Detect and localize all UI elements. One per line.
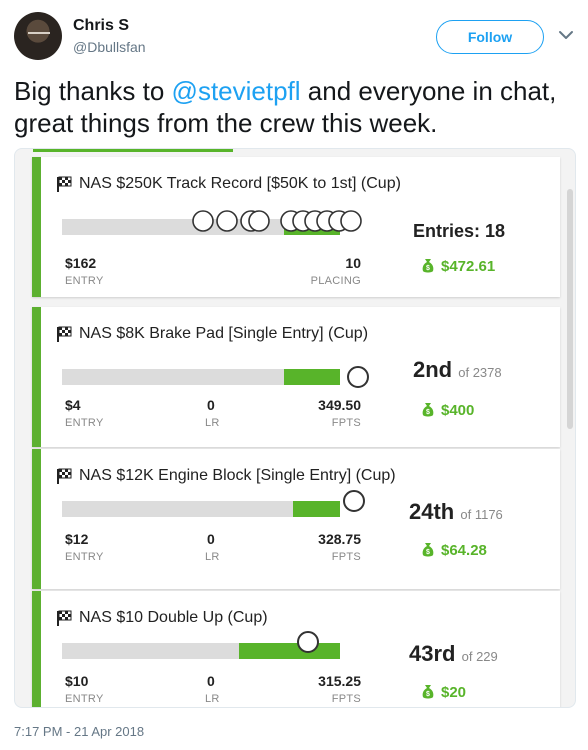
contest-title[interactable]: NAS $8K Brake Pad [Single Entry] (Cup) [79,325,368,343]
fpts-label: FPTS [331,693,361,705]
progress-fill [293,501,340,517]
prize-amount: $64.28 [441,542,487,559]
chevron-down-icon[interactable] [556,25,576,45]
rank-value: 2nd [413,357,453,382]
money-bag-icon: $ [422,543,434,557]
tweet-media-image[interactable]: NAS $250K Track Record [$50K to 1st] (Cu… [14,148,576,708]
progress-knob [297,631,319,653]
contest-card[interactable]: NAS $12K Engine Block [Single Entry] (Cu… [32,449,560,589]
entry-label: ENTRY [65,417,104,429]
contest-title[interactable]: NAS $12K Engine Block [Single Entry] (Cu… [79,467,396,485]
progress-knob [347,366,369,388]
lr-label: LR [205,417,220,429]
entry-label: ENTRY [65,693,104,705]
tweet-timestamp[interactable]: 7:17 PM - 21 Apr 2018 [14,724,144,739]
rank: 2nd of 2378 [413,357,502,383]
fpts-value: 328.75 [318,531,361,547]
placing-value: 10 [345,255,361,271]
entries-count: Entries: 18 [413,221,506,241]
checkered-flag-icon [57,610,72,626]
fpts-label: FPTS [331,417,361,429]
lr-label: LR [205,551,220,563]
rank: 24th of 1176 [409,499,503,525]
money-bag-icon: $ [422,403,434,417]
entry-value: $12 [65,531,89,547]
prize-amount: $400 [441,402,475,419]
mention-link[interactable]: @stevietpfl [172,76,301,106]
entry-label: ENTRY [65,275,104,287]
rank-of: of 2378 [458,365,502,380]
avatar-glasses [28,32,50,38]
avatar[interactable] [14,12,62,60]
lineup-circles [192,210,362,232]
entry-value: $4 [65,397,81,413]
placing-label: PLACING [310,275,361,287]
prize: $ $400 [421,401,474,419]
entry-value: $162 [65,255,97,271]
checkered-flag-icon [57,468,72,484]
contest-title[interactable]: NAS $250K Track Record [$50K to 1st] (Cu… [79,175,401,193]
contest-card[interactable]: NAS $250K Track Record [$50K to 1st] (Cu… [32,157,560,297]
progress-fill [239,643,340,659]
fpts-value: 349.50 [318,397,361,413]
rank-of: of 1176 [460,507,503,522]
rank-of: of 229 [461,649,498,664]
follow-button[interactable]: Follow [436,20,544,54]
progress-fill [284,369,340,385]
prize: $ $472.61 [421,257,495,275]
rank-value: 24th [409,499,455,524]
prize: $ $20 [421,683,466,701]
progress-knob [343,490,365,512]
tweet-text-before: Big thanks to [14,76,172,106]
money-bag-icon: $ [422,685,434,699]
lr-value: 0 [207,531,215,547]
contest-title[interactable]: NAS $10 Double Up (Cup) [79,609,268,627]
prize-amount: $472.61 [441,258,496,275]
checkered-flag-icon [57,326,72,342]
user-name[interactable]: Chris S [73,17,129,35]
fpts-value: 315.25 [318,673,361,689]
entry-label: ENTRY [65,551,104,563]
lr-value: 0 [207,673,215,689]
money-bag-icon: $ [422,259,434,273]
prize-amount: $20 [441,684,467,701]
checkered-flag-icon [57,176,72,192]
fpts-label: FPTS [331,551,361,563]
rank-value: 43rd [409,641,456,666]
lr-label: LR [205,693,220,705]
contest-card[interactable]: NAS $8K Brake Pad [Single Entry] (Cup) $… [32,307,560,447]
svg-text:$: $ [426,691,430,698]
entry-value: $10 [65,673,89,689]
media-scrollbar [567,189,573,429]
lr-value: 0 [207,397,215,413]
prize: $ $64.28 [421,541,487,559]
rank: 43rd of 229 [409,641,498,667]
media-top-bar [33,149,233,152]
svg-text:$: $ [426,549,430,556]
svg-text:$: $ [426,265,430,272]
contest-card[interactable]: NAS $10 Double Up (Cup) $10 ENTRY 0 LR 3… [32,591,560,707]
user-handle[interactable]: @Dbullsfan [73,39,146,55]
svg-text:$: $ [426,409,430,416]
tweet-text: Big thanks to @stevietpfl and everyone i… [14,75,574,139]
